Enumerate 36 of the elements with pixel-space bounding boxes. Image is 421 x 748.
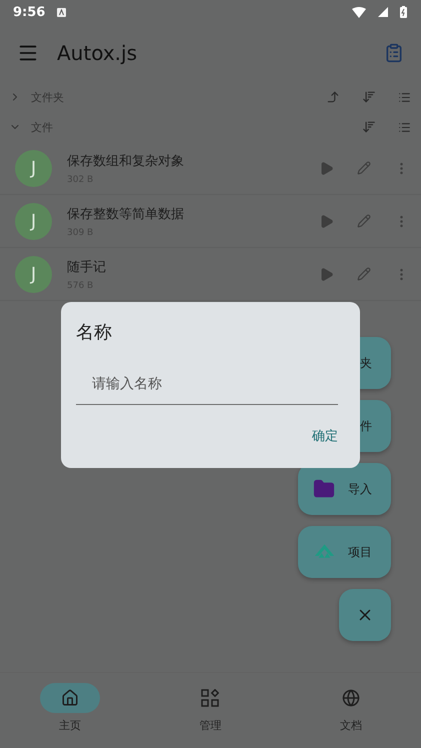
notification-icon bbox=[57, 8, 66, 16]
nav-label: 主页 bbox=[59, 718, 82, 733]
globe-icon bbox=[342, 689, 360, 707]
name-input-field[interactable]: 请输入名称 bbox=[76, 364, 338, 405]
home-icon bbox=[61, 689, 80, 707]
fab-menu-item[interactable]: 导入 bbox=[298, 463, 391, 515]
clipboard-icon[interactable] bbox=[384, 43, 404, 63]
close-button[interactable] bbox=[339, 589, 391, 641]
file-avatar: J bbox=[15, 256, 52, 292]
sort-icon[interactable] bbox=[362, 90, 376, 104]
folder-icon bbox=[313, 478, 335, 500]
sort-icon[interactable] bbox=[362, 120, 376, 134]
signal-icon bbox=[378, 7, 388, 17]
confirm-button[interactable]: 确定 bbox=[312, 425, 338, 447]
edit-icon[interactable] bbox=[357, 267, 371, 281]
wifi-icon bbox=[352, 6, 366, 18]
status-time: 9:56 bbox=[13, 4, 46, 20]
file-avatar: J bbox=[15, 202, 52, 240]
app-title: Autox.js bbox=[57, 41, 137, 65]
play-icon[interactable] bbox=[319, 214, 334, 228]
grid-icon bbox=[201, 689, 220, 707]
play-icon[interactable] bbox=[319, 160, 334, 176]
file-avatar: J bbox=[15, 150, 52, 186]
play-icon[interactable] bbox=[319, 266, 334, 282]
file-name[interactable]: 保存整数等简单数据 bbox=[67, 204, 296, 222]
nav-tab[interactable] bbox=[40, 683, 100, 713]
battery-icon bbox=[400, 6, 407, 18]
file-name[interactable]: 随手记 bbox=[67, 258, 296, 276]
nav-label: 文档 bbox=[340, 718, 362, 733]
edit-icon[interactable] bbox=[357, 214, 371, 228]
arrow-up-icon[interactable] bbox=[326, 90, 340, 104]
edit-icon[interactable] bbox=[357, 161, 371, 175]
file-name[interactable]: 保存数组和复杂对象 bbox=[67, 152, 296, 170]
dialog-title: 名称 bbox=[76, 321, 113, 344]
nav-label: 管理 bbox=[199, 718, 222, 733]
fab-menu-item[interactable]: 项目 bbox=[298, 526, 391, 578]
